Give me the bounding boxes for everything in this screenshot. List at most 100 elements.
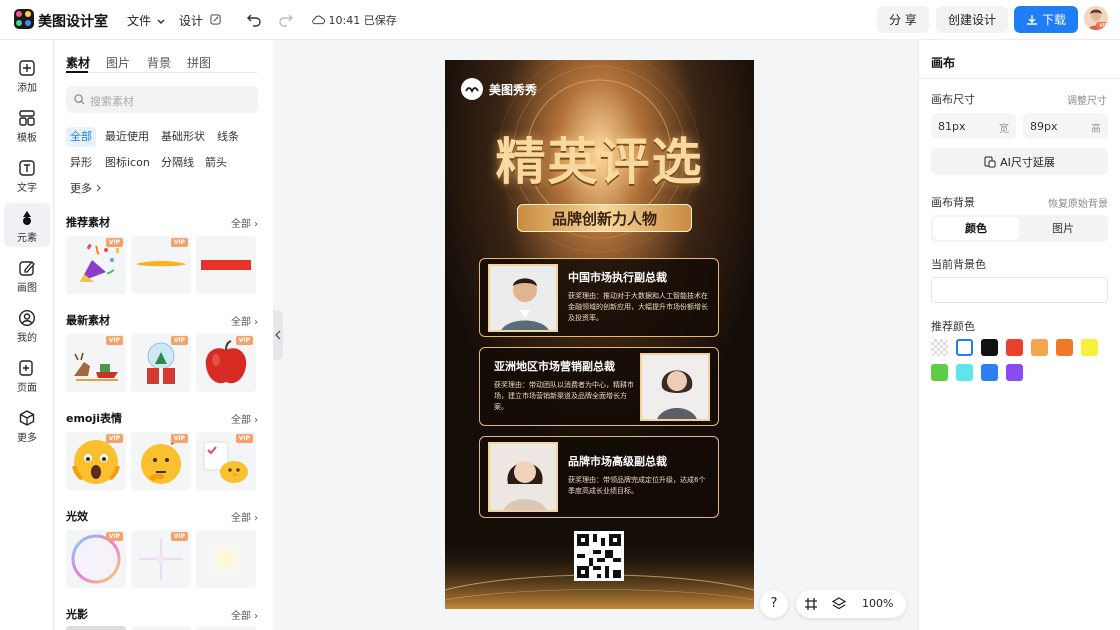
chip-lines[interactable]: 线条 [213, 127, 243, 147]
search-input[interactable]: 搜索素材 [90, 93, 134, 109]
width-field[interactable]: 81px 宽 [931, 113, 1016, 139]
asset-thumb-sleigh[interactable]: VIP [66, 334, 126, 392]
redo-icon[interactable] [277, 10, 295, 28]
zoom-level[interactable]: 100% [862, 597, 893, 610]
swatch-red[interactable] [1006, 339, 1023, 356]
undo-icon[interactable] [245, 10, 263, 28]
rail-item-text[interactable]: 文字 [4, 153, 50, 197]
asset-thumb-emoji-shocked[interactable]: VIP [66, 432, 126, 490]
chip-dividers[interactable]: 分隔线 [157, 153, 198, 173]
meitu-logo-icon [461, 78, 483, 100]
tab-assets[interactable]: 素材 [66, 54, 90, 71]
section-all-link[interactable]: 全部 › [231, 215, 258, 230]
layers-icon[interactable] [832, 597, 846, 611]
rail-item-template[interactable]: 模板 [4, 103, 50, 147]
file-menu[interactable]: 文件 [127, 12, 165, 29]
award-card-text: 获奖理由：带领品牌完成定位升级，达成6个季度高成长业绩目标。 [568, 476, 706, 495]
rail-item-mine[interactable]: 我的 [4, 303, 50, 347]
vip-badge: VIP [105, 238, 123, 247]
design-canvas[interactable]: 美图秀秀 精英评选 品牌创新力人物 中国市场执行副总裁 获奖理由：推动对于大数据… [445, 60, 754, 609]
rail-item-label: 我的 [17, 333, 37, 344]
chip-icons[interactable]: 图标icon [101, 153, 154, 173]
swatch-white[interactable] [956, 339, 973, 356]
asset-thumb-sparkle[interactable]: VIP [131, 530, 191, 588]
swatch-transparent[interactable] [931, 339, 948, 356]
reset-bg-link[interactable]: 恢复原始背景 [1048, 195, 1108, 210]
asset-thumb-red-bar[interactable] [196, 236, 256, 294]
swatch-blue[interactable] [981, 364, 998, 381]
app-logo-icon[interactable] [14, 9, 34, 29]
asset-thumb-partial[interactable] [196, 626, 256, 630]
section-title: 最新素材 [66, 314, 110, 327]
chip-recent[interactable]: 最近使用 [101, 127, 153, 147]
panel-collapse-handle[interactable] [273, 310, 283, 360]
chip-arrows[interactable]: 箭头 [201, 153, 231, 173]
swatch-yellow[interactable] [1081, 339, 1098, 356]
rail-item-more[interactable]: 更多 [4, 403, 50, 447]
chip-irregular[interactable]: 异形 [66, 153, 96, 173]
share-button[interactable]: 分 享 [877, 6, 929, 33]
download-button[interactable]: 下载 [1014, 6, 1078, 33]
swatch-purple[interactable] [1006, 364, 1023, 381]
tab-collage[interactable]: 拼图 [187, 54, 211, 71]
asset-thumb-glow[interactable] [196, 530, 256, 588]
swatch-light-orange[interactable] [1031, 339, 1048, 356]
asset-thumb-party-popper[interactable]: VIP [66, 236, 126, 294]
search-icon [74, 94, 85, 105]
assets-panel: 素材 图片 背景 拼图 搜索素材 全部 最近使用 基础形状 线条 异形 图标ic… [55, 40, 273, 630]
tab-image[interactable]: 图片 [1020, 217, 1106, 240]
asset-thumb-partial[interactable] [131, 626, 191, 630]
tab-divider [66, 72, 258, 73]
asset-thumb-emoji-thinking[interactable]: VIP [131, 432, 191, 490]
tab-color[interactable]: 颜色 [933, 217, 1019, 240]
asset-thumb-brush-stroke[interactable]: VIP [131, 236, 191, 294]
width-value: 81px [938, 120, 966, 133]
award-card-title: 中国市场执行副总裁 [568, 271, 667, 284]
chip-more[interactable]: 更多 [66, 179, 106, 199]
chip-basic-shapes[interactable]: 基础形状 [157, 127, 209, 147]
section-all-link[interactable]: 全部 › [231, 607, 258, 622]
asset-thumb-apple[interactable]: VIP [196, 334, 256, 392]
rail-item-label: 添加 [17, 83, 37, 94]
section-all-link[interactable]: 全部 › [231, 411, 258, 426]
rail-item-label: 文字 [17, 183, 37, 194]
section-all-link[interactable]: 全部 › [231, 509, 258, 524]
swatch-orange[interactable] [1056, 339, 1073, 356]
swatch-cyan[interactable] [956, 364, 973, 381]
search-box[interactable]: 搜索素材 [66, 86, 258, 113]
height-field[interactable]: 89px 高 [1023, 113, 1108, 139]
help-button[interactable]: ? [760, 590, 788, 618]
user-avatar[interactable]: VIP [1084, 6, 1108, 30]
ai-extend-label: AI尺寸延展 [1000, 155, 1055, 169]
height-unit: 高 [1091, 124, 1101, 135]
swatch-black[interactable] [981, 339, 998, 356]
grid-icon[interactable] [804, 597, 818, 611]
tab-backgrounds[interactable]: 背景 [147, 54, 171, 71]
vip-badge: VIP [235, 434, 253, 443]
cloud-icon [312, 15, 325, 25]
design-menu-label: 设计 [179, 14, 204, 28]
award-card-title: 品牌市场高级副总裁 [568, 455, 667, 468]
rail-item-elements[interactable]: 元素 [4, 203, 50, 247]
rail-item-pages[interactable]: 页面 [4, 353, 50, 397]
create-design-button[interactable]: 创建设计 [936, 6, 1008, 33]
rail-item-draw[interactable]: 画图 [4, 253, 50, 297]
tab-images[interactable]: 图片 [106, 54, 130, 71]
rail-item-add[interactable]: 添加 [4, 53, 50, 97]
swatch-green[interactable] [931, 364, 948, 381]
section-all-link[interactable]: 全部 › [231, 313, 258, 328]
award-photo [640, 353, 710, 421]
adjust-size-link[interactable]: 调整尺寸 [1067, 92, 1107, 107]
left-rail: 添加 模板 文字 元素 画图 我的 页面 更多 [0, 40, 54, 630]
asset-thumb-snow-globe[interactable]: VIP [131, 334, 191, 392]
chip-all[interactable]: 全部 [66, 127, 96, 147]
text-icon [19, 160, 35, 176]
design-menu[interactable]: 设计 [179, 12, 221, 29]
asset-thumb-bubble[interactable]: VIP [66, 530, 126, 588]
asset-thumb-emoji-chick[interactable]: VIP [196, 432, 256, 490]
bg-type-toggle: 颜色 图片 [931, 215, 1108, 242]
asset-thumb-partial[interactable] [66, 626, 126, 630]
canvas-bg-label: 画布背景 [931, 196, 975, 209]
ai-extend-button[interactable]: AI尺寸延展 [931, 148, 1108, 175]
current-bg-swatch[interactable] [931, 277, 1108, 303]
